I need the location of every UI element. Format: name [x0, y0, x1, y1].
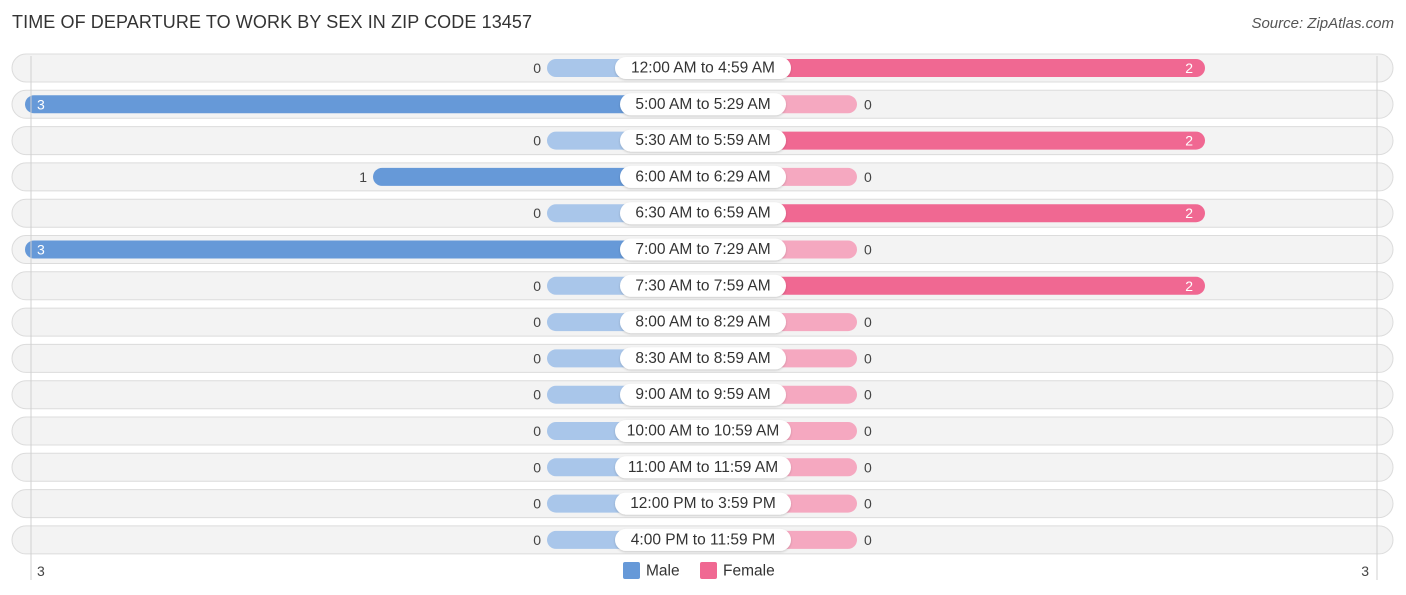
- legend-item-male: Male: [623, 562, 680, 580]
- male-value-label: 0: [533, 278, 541, 294]
- female-value-label: 0: [864, 459, 872, 475]
- right-axis-tick-label: 3: [1361, 563, 1369, 579]
- category-label: 4:00 PM to 11:59 PM: [631, 531, 775, 548]
- female-value-label: 0: [864, 169, 872, 185]
- male-value-label: 0: [533, 496, 541, 512]
- row-9: 0 0 9:00 AM to 9:59 AM: [11, 380, 1394, 410]
- category-label: 8:30 AM to 8:59 AM: [635, 350, 770, 367]
- legend-swatch: [623, 562, 640, 579]
- row-0: 0 2 12:00 AM to 4:59 AM: [11, 53, 1394, 83]
- category-label: 7:00 AM to 7:29 AM: [635, 241, 770, 258]
- male-value-label: 0: [533, 205, 541, 221]
- male-bar: [25, 240, 702, 259]
- legend-swatch: [700, 562, 717, 579]
- row-6: 0 2 7:30 AM to 7:59 AM: [11, 271, 1394, 301]
- male-value-label: 0: [533, 387, 541, 403]
- category-label: 12:00 PM to 3:59 PM: [630, 495, 776, 512]
- female-value-label: 0: [864, 242, 872, 258]
- category-label: 11:00 AM to 11:59 AM: [628, 459, 778, 476]
- male-value-label: 0: [533, 532, 541, 548]
- legend-label: Male: [646, 563, 680, 580]
- row-3: 1 0 6:00 AM to 6:29 AM: [11, 162, 1394, 192]
- row-1: 3 0 5:00 AM to 5:29 AM: [11, 89, 1394, 119]
- row-4: 0 2 6:30 AM to 6:59 AM: [11, 198, 1394, 228]
- row-12: 0 0 12:00 PM to 3:59 PM: [11, 489, 1394, 519]
- male-value-label: 0: [533, 423, 541, 439]
- male-value-label: 0: [533, 133, 541, 149]
- legend-item-female: Female: [700, 562, 775, 580]
- row-5: 3 0 7:00 AM to 7:29 AM: [11, 235, 1394, 264]
- category-label: 5:00 AM to 5:29 AM: [635, 96, 770, 113]
- female-value-label: 2: [1185, 60, 1193, 76]
- row-11: 0 0 11:00 AM to 11:59 AM: [11, 452, 1394, 482]
- legend-label: Female: [723, 563, 775, 580]
- female-value-label: 2: [1185, 278, 1193, 294]
- female-value-label: 0: [864, 387, 872, 403]
- male-value-label: 0: [533, 350, 541, 366]
- row-10: 0 0 10:00 AM to 10:59 AM: [11, 416, 1394, 446]
- row-2: 0 2 5:30 AM to 5:59 AM: [11, 126, 1394, 156]
- female-value-label: 0: [864, 96, 872, 112]
- male-value-label: 0: [533, 314, 541, 330]
- row-8: 0 0 8:30 AM to 8:59 AM: [11, 343, 1394, 373]
- male-value-label: 3: [37, 242, 45, 258]
- female-value-label: 0: [864, 350, 872, 366]
- row-7: 0 0 8:00 AM to 8:29 AM: [11, 307, 1394, 337]
- male-value-label: 3: [37, 96, 45, 112]
- female-value-label: 2: [1185, 205, 1193, 221]
- male-value-label: 0: [533, 60, 541, 76]
- female-value-label: 0: [864, 532, 872, 548]
- category-label: 12:00 AM to 4:59 AM: [631, 60, 775, 77]
- category-label: 9:00 AM to 9:59 AM: [635, 386, 770, 403]
- female-value-label: 0: [864, 314, 872, 330]
- female-value-label: 2: [1185, 133, 1193, 149]
- category-label: 8:00 AM to 8:29 AM: [635, 314, 770, 331]
- female-value-label: 0: [864, 423, 872, 439]
- category-label: 7:30 AM to 7:59 AM: [635, 277, 770, 294]
- category-label: 5:30 AM to 5:59 AM: [635, 132, 770, 149]
- category-label: 6:30 AM to 6:59 AM: [635, 205, 770, 222]
- male-value-label: 1: [359, 169, 367, 185]
- row-13: 0 0 4:00 PM to 11:59 PM: [11, 525, 1394, 555]
- category-label: 10:00 AM to 10:59 AM: [627, 423, 780, 440]
- category-label: 6:00 AM to 6:29 AM: [635, 168, 770, 185]
- left-axis-tick-label: 3: [37, 563, 45, 579]
- chart: 0 2 12:00 AM to 4:59 AM 3 0 5:00 AM to 5:29 A…: [11, 53, 1394, 580]
- male-value-label: 0: [533, 459, 541, 475]
- male-bar: [25, 95, 702, 114]
- female-value-label: 0: [864, 496, 872, 512]
